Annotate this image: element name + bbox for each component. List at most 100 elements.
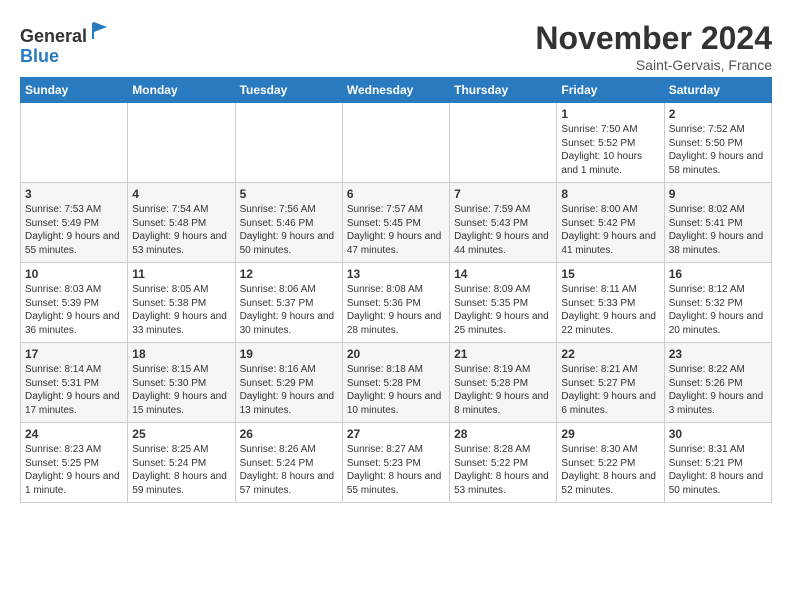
- calendar-header-thursday: Thursday: [450, 78, 557, 103]
- day-number: 18: [132, 347, 230, 361]
- day-info: Sunrise: 8:23 AM Sunset: 5:25 PM Dayligh…: [25, 443, 123, 497]
- day-info: Sunrise: 8:31 AM Sunset: 5:21 PM Dayligh…: [669, 443, 767, 497]
- calendar-cell: 8 Sunrise: 8:00 AM Sunset: 5:42 PM Daylig…: [557, 183, 664, 263]
- day-number: 11: [132, 267, 230, 281]
- logo-general: General: [20, 26, 87, 46]
- day-info: Sunrise: 8:00 AM Sunset: 5:42 PM Dayligh…: [561, 203, 659, 257]
- day-info: Sunrise: 8:16 AM Sunset: 5:29 PM Dayligh…: [240, 363, 338, 417]
- calendar-cell: 5Sunrise: 7:56 AM Sunset: 5:46 PM Daylig…: [235, 183, 342, 263]
- day-info: Sunrise: 8:26 AM Sunset: 5:24 PM Dayligh…: [240, 443, 338, 497]
- logo-blue: Blue: [20, 46, 59, 66]
- day-info: Sunrise: 8:19 AM Sunset: 5:28 PM Dayligh…: [454, 363, 552, 417]
- day-number: 21: [454, 347, 552, 361]
- calendar-header-monday: Monday: [128, 78, 235, 103]
- calendar-cell: [342, 103, 449, 183]
- day-number: 10: [25, 267, 123, 281]
- day-number: 6: [347, 187, 445, 201]
- logo-flag-icon: [89, 20, 111, 42]
- calendar-cell: 13 Sunrise: 8:08 AM Sunset: 5:36 PM Dayli…: [342, 263, 449, 343]
- day-info: Sunrise: 8:27 AM Sunset: 5:23 PM Dayligh…: [347, 443, 445, 497]
- day-number: 24: [25, 427, 123, 441]
- day-number: 13: [347, 267, 445, 281]
- day-number: 15: [561, 267, 659, 281]
- day-info: Sunrise: 8:18 AM Sunset: 5:28 PM Dayligh…: [347, 363, 445, 417]
- calendar-cell: 28Sunrise: 8:28 AM Sunset: 5:22 PM Dayli…: [450, 423, 557, 503]
- day-number: 8: [561, 187, 659, 201]
- calendar-cell: 24 Sunrise: 8:23 AM Sunset: 5:25 PM Dayli…: [21, 423, 128, 503]
- calendar-cell: 27 Sunrise: 8:27 AM Sunset: 5:23 PM Dayli…: [342, 423, 449, 503]
- calendar-week-row: 24 Sunrise: 8:23 AM Sunset: 5:25 PM Dayli…: [21, 423, 772, 503]
- day-info: Sunrise: 7:52 AM Sunset: 5:50 PM Dayligh…: [669, 123, 767, 177]
- calendar-cell: 11Sunrise: 8:05 AM Sunset: 5:38 PM Dayli…: [128, 263, 235, 343]
- day-info: Sunrise: 8:25 AM Sunset: 5:24 PM Dayligh…: [132, 443, 230, 497]
- calendar-cell: [450, 103, 557, 183]
- day-info: Sunrise: 7:50 AM Sunset: 5:52 PM Dayligh…: [561, 123, 659, 177]
- calendar-table: SundayMondayTuesdayWednesdayThursdayFrid…: [20, 77, 772, 503]
- day-number: 30: [669, 427, 767, 441]
- logo: General Blue: [20, 20, 111, 67]
- month-title: November 2024: [535, 20, 772, 57]
- day-info: Sunrise: 8:08 AM Sunset: 5:36 PM Dayligh…: [347, 283, 445, 337]
- calendar-header-row: SundayMondayTuesdayWednesdayThursdayFrid…: [21, 78, 772, 103]
- calendar-cell: 23Sunrise: 8:22 AM Sunset: 5:26 PM Dayli…: [664, 343, 771, 423]
- day-number: 2: [669, 107, 767, 121]
- day-info: Sunrise: 8:11 AM Sunset: 5:33 PM Dayligh…: [561, 283, 659, 337]
- day-number: 23: [669, 347, 767, 361]
- calendar-cell: 2 Sunrise: 7:52 AM Sunset: 5:50 PM Daylig…: [664, 103, 771, 183]
- day-number: 28: [454, 427, 552, 441]
- day-number: 22: [561, 347, 659, 361]
- calendar-week-row: 10 Sunrise: 8:03 AM Sunset: 5:39 PM Dayli…: [21, 263, 772, 343]
- location: Saint-Gervais, France: [535, 57, 772, 73]
- day-info: Sunrise: 8:14 AM Sunset: 5:31 PM Dayligh…: [25, 363, 123, 417]
- calendar-cell: 17 Sunrise: 8:14 AM Sunset: 5:31 PM Dayli…: [21, 343, 128, 423]
- header: General Blue November 2024 Saint-Gervais…: [20, 20, 772, 73]
- day-number: 27: [347, 427, 445, 441]
- day-info: Sunrise: 7:53 AM Sunset: 5:49 PM Dayligh…: [25, 203, 123, 257]
- day-info: Sunrise: 8:09 AM Sunset: 5:35 PM Dayligh…: [454, 283, 552, 337]
- calendar-header-friday: Friday: [557, 78, 664, 103]
- calendar-header-tuesday: Tuesday: [235, 78, 342, 103]
- calendar-cell: 18 Sunrise: 8:15 AM Sunset: 5:30 PM Dayli…: [128, 343, 235, 423]
- day-info: Sunrise: 8:30 AM Sunset: 5:22 PM Dayligh…: [561, 443, 659, 497]
- day-number: 26: [240, 427, 338, 441]
- day-number: 20: [347, 347, 445, 361]
- day-number: 9: [669, 187, 767, 201]
- calendar-cell: 3Sunrise: 7:53 AM Sunset: 5:49 PM Daylig…: [21, 183, 128, 263]
- calendar-cell: 16 Sunrise: 8:12 AM Sunset: 5:32 PM Dayli…: [664, 263, 771, 343]
- calendar-cell: 30 Sunrise: 8:31 AM Sunset: 5:21 PM Dayli…: [664, 423, 771, 503]
- day-info: Sunrise: 8:12 AM Sunset: 5:32 PM Dayligh…: [669, 283, 767, 337]
- logo-blue-text: Blue: [20, 47, 111, 67]
- calendar-header-wednesday: Wednesday: [342, 78, 449, 103]
- calendar-cell: [235, 103, 342, 183]
- calendar-week-row: 3Sunrise: 7:53 AM Sunset: 5:49 PM Daylig…: [21, 183, 772, 263]
- day-number: 19: [240, 347, 338, 361]
- calendar-cell: 25Sunrise: 8:25 AM Sunset: 5:24 PM Dayli…: [128, 423, 235, 503]
- calendar-cell: 21 Sunrise: 8:19 AM Sunset: 5:28 PM Dayli…: [450, 343, 557, 423]
- calendar-cell: 19 Sunrise: 8:16 AM Sunset: 5:29 PM Dayli…: [235, 343, 342, 423]
- calendar-header-saturday: Saturday: [664, 78, 771, 103]
- title-block: November 2024 Saint-Gervais, France: [535, 20, 772, 73]
- day-info: Sunrise: 7:59 AM Sunset: 5:43 PM Dayligh…: [454, 203, 552, 257]
- calendar-cell: 29 Sunrise: 8:30 AM Sunset: 5:22 PM Dayli…: [557, 423, 664, 503]
- calendar-cell: 4Sunrise: 7:54 AM Sunset: 5:48 PM Daylig…: [128, 183, 235, 263]
- calendar-cell: 20 Sunrise: 8:18 AM Sunset: 5:28 PM Dayli…: [342, 343, 449, 423]
- day-info: Sunrise: 8:21 AM Sunset: 5:27 PM Dayligh…: [561, 363, 659, 417]
- day-number: 29: [561, 427, 659, 441]
- calendar-cell: 7 Sunrise: 7:59 AM Sunset: 5:43 PM Daylig…: [450, 183, 557, 263]
- calendar-header-sunday: Sunday: [21, 78, 128, 103]
- day-info: Sunrise: 7:56 AM Sunset: 5:46 PM Dayligh…: [240, 203, 338, 257]
- day-info: Sunrise: 8:02 AM Sunset: 5:41 PM Dayligh…: [669, 203, 767, 257]
- day-info: Sunrise: 8:03 AM Sunset: 5:39 PM Dayligh…: [25, 283, 123, 337]
- day-info: Sunrise: 8:15 AM Sunset: 5:30 PM Dayligh…: [132, 363, 230, 417]
- day-number: 16: [669, 267, 767, 281]
- calendar-cell: 12Sunrise: 8:06 AM Sunset: 5:37 PM Dayli…: [235, 263, 342, 343]
- day-number: 14: [454, 267, 552, 281]
- day-info: Sunrise: 8:06 AM Sunset: 5:37 PM Dayligh…: [240, 283, 338, 337]
- day-number: 7: [454, 187, 552, 201]
- calendar-cell: 22 Sunrise: 8:21 AM Sunset: 5:27 PM Dayli…: [557, 343, 664, 423]
- calendar-cell: [21, 103, 128, 183]
- day-number: 4: [132, 187, 230, 201]
- day-number: 17: [25, 347, 123, 361]
- calendar-cell: 26 Sunrise: 8:26 AM Sunset: 5:24 PM Dayli…: [235, 423, 342, 503]
- calendar-week-row: 17 Sunrise: 8:14 AM Sunset: 5:31 PM Dayli…: [21, 343, 772, 423]
